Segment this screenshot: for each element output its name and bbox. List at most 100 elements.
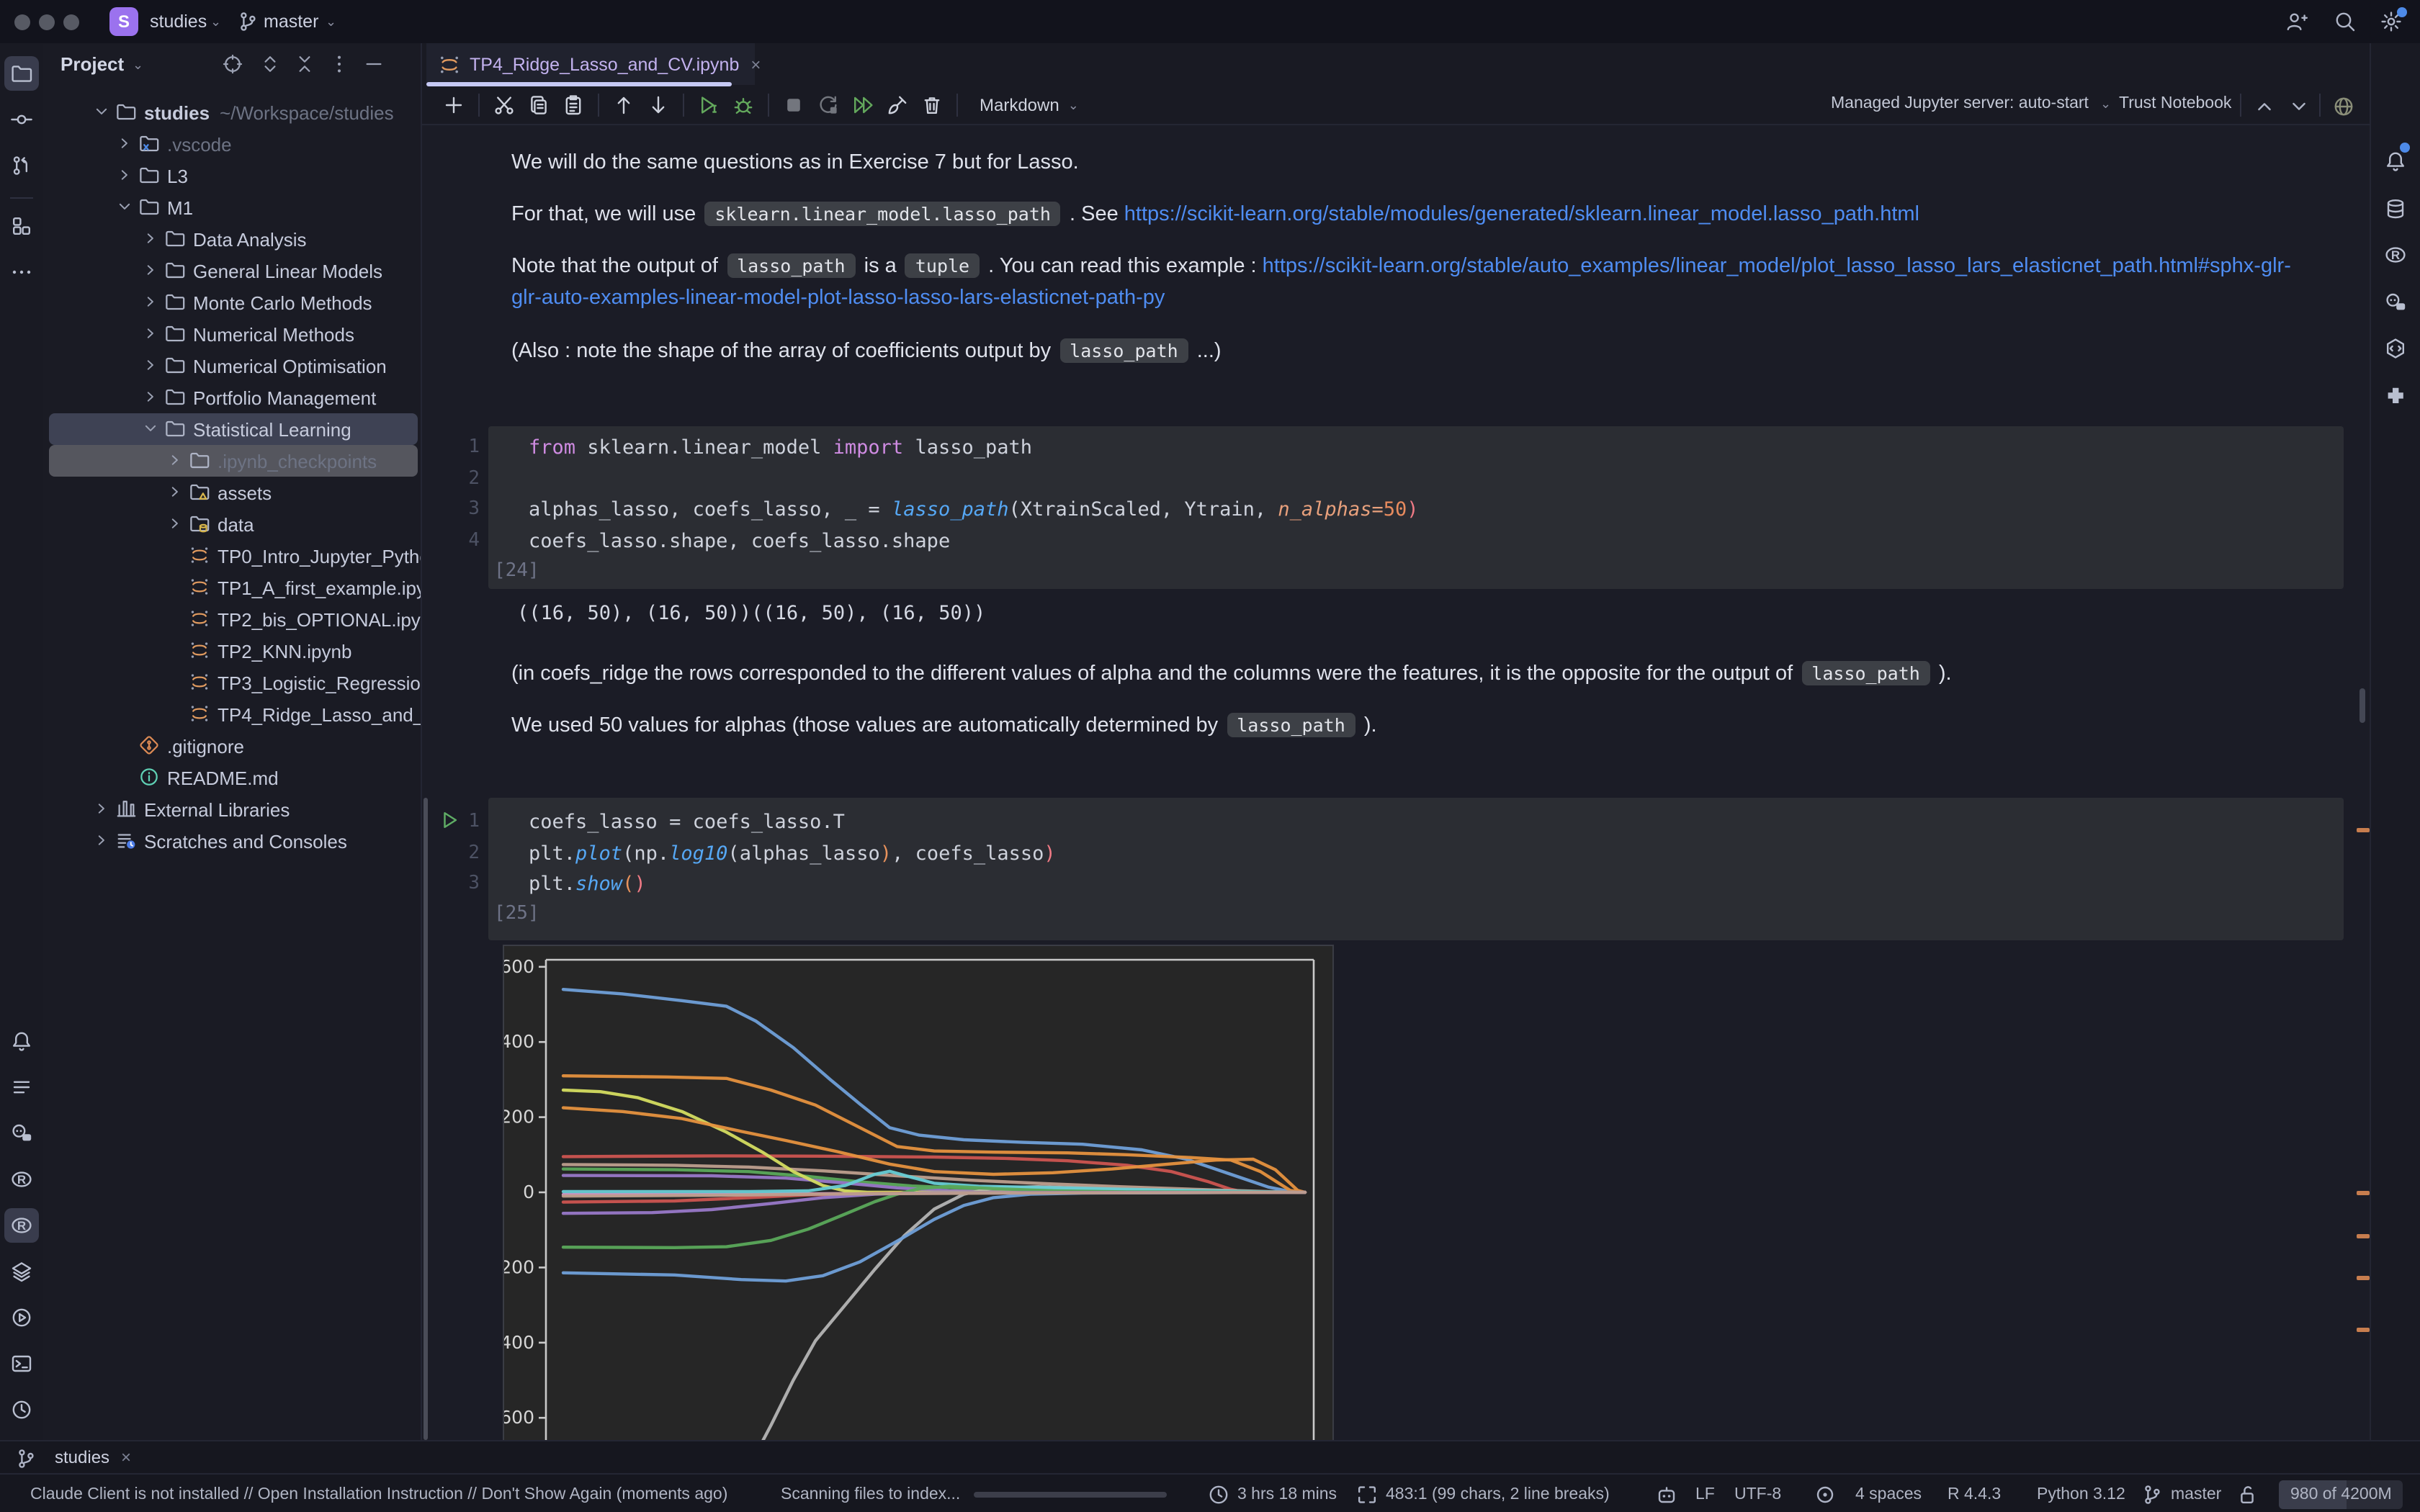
tree-item-general-linear-models[interactable]: General Linear Models (43, 255, 421, 287)
tree-item-tp2-knn-ipynb[interactable]: TP2_KNN.ipynb (43, 635, 421, 667)
tree-item-assets[interactable]: assets (43, 477, 421, 508)
line-ending-selector[interactable]: LF (1695, 1475, 1715, 1512)
tree-item-readme-md[interactable]: README.md (43, 762, 421, 793)
project-switcher[interactable]: studies (150, 11, 207, 31)
tree-item-gitignore[interactable]: .gitignore (43, 730, 421, 762)
tree-item-studies[interactable]: studies~/Workspace/studies (43, 96, 421, 128)
close-tab-icon[interactable]: × (750, 54, 761, 74)
tree-item-numerical-methods[interactable]: Numerical Methods (43, 318, 421, 350)
jupyter-server-dropdown[interactable]: Managed Jupyter server: auto-start⌄ (1831, 95, 2111, 112)
tree-item-tp2-bis-optional-ipynb[interactable]: TP2_bis_OPTIONAL.ipynb (43, 603, 421, 635)
chevron-right-icon[interactable] (141, 261, 161, 284)
restart-kernel-button[interactable] (811, 89, 846, 121)
prev-cell-icon[interactable] (2251, 95, 2277, 118)
add-user-icon[interactable] (2285, 10, 2308, 33)
cut-cell-button[interactable] (487, 89, 521, 121)
tab-notebook[interactable]: TP4_Ridge_Lasso_and_CV.ipynb × (426, 43, 755, 85)
hyperlink[interactable]: glr-auto-examples-linear-model-plot-lass… (511, 287, 1165, 310)
chevron-right-icon[interactable] (166, 451, 186, 474)
run-all-cells-button[interactable] (846, 89, 880, 121)
tree-item-scratches-and-consoles[interactable]: Scratches and Consoles (43, 825, 421, 857)
project-panel-title[interactable]: Project (60, 53, 124, 75)
chevron-right-icon[interactable] (141, 229, 161, 252)
code-line[interactable]: plt.show() (529, 873, 646, 896)
more-tools-button[interactable] (4, 255, 39, 289)
code-line[interactable]: plt.plot(np.log10(alphas_lasso), coefs_l… (529, 842, 1056, 865)
r-graphics-tool-button[interactable]: R (4, 1162, 39, 1197)
hyperlink[interactable]: https://scikit-learn.org/stable/auto_exa… (1263, 255, 2291, 278)
chevron-right-icon[interactable] (141, 292, 161, 315)
caret-position[interactable]: 483:1 (99 chars, 2 line breaks) (1355, 1475, 1610, 1512)
chevron-down-icon[interactable] (141, 419, 161, 442)
ai-status[interactable] (1655, 1475, 1678, 1512)
notifications-tool-button[interactable] (4, 1024, 39, 1058)
next-cell-icon[interactable] (2286, 95, 2312, 118)
panel-options-button[interactable] (328, 53, 350, 82)
globe-icon[interactable] (2332, 95, 2355, 118)
minimize-window-button[interactable] (39, 14, 55, 30)
chevron-right-icon[interactable] (141, 356, 161, 379)
trust-notebook-button[interactable]: Trust Notebook (2119, 95, 2231, 112)
r-console-tool-button[interactable]: R (4, 1208, 39, 1243)
chevron-right-icon[interactable] (141, 324, 161, 347)
debug-cell-button[interactable] (726, 89, 761, 121)
pull-requests-tool-button[interactable] (4, 148, 39, 183)
code-line[interactable]: coefs_lasso.shape, coefs_lasso.shape (529, 529, 950, 552)
stop-kernel-button[interactable] (776, 89, 811, 121)
services-tool-button[interactable] (4, 1254, 39, 1289)
tool-window-tab-studies[interactable]: studies (55, 1447, 109, 1467)
code-line[interactable]: coefs_lasso = coefs_lasso.T (529, 811, 845, 834)
tree-item-numerical-optimisation[interactable]: Numerical Optimisation (43, 350, 421, 382)
notifications-button[interactable] (2378, 144, 2413, 179)
chevron-down-icon[interactable] (92, 102, 112, 125)
tree-item-ipynb-checkpoints[interactable]: .ipynb_checkpoints (43, 445, 421, 477)
chevron-right-icon[interactable] (115, 166, 135, 189)
run-tool-button[interactable] (4, 1300, 39, 1335)
memory-indicator[interactable]: 980 of 4200M (2279, 1475, 2403, 1512)
indent-selector[interactable]: 4 spaces (1855, 1475, 1922, 1512)
tree-item-m1[interactable]: M1 (43, 192, 421, 223)
dependencies-button[interactable] (2378, 331, 2413, 366)
commit-tool-button[interactable] (4, 102, 39, 137)
project-tool-button[interactable] (4, 56, 39, 91)
tree-item-external-libraries[interactable]: External Libraries (43, 793, 421, 825)
chevron-right-icon[interactable] (166, 514, 186, 537)
collapse-all-button[interactable] (294, 53, 315, 82)
structure-tool-button[interactable] (4, 209, 39, 243)
zoom-window-button[interactable] (63, 14, 79, 30)
run-cell-button[interactable] (691, 89, 726, 121)
hide-panel-button[interactable] (363, 53, 385, 82)
chevron-right-icon[interactable] (92, 799, 112, 822)
chevron-down-icon[interactable] (115, 197, 135, 220)
chevron-right-icon[interactable] (141, 387, 161, 410)
close-window-button[interactable] (14, 14, 30, 30)
hyperlink[interactable]: https://scikit-learn.org/stable/modules/… (1124, 203, 1919, 226)
warning-stripe-mark[interactable] (2357, 1328, 2370, 1332)
warning-stripe-mark[interactable] (2357, 828, 2370, 832)
ai-assistant-button[interactable] (2378, 284, 2413, 319)
tree-item-data[interactable]: data (43, 508, 421, 540)
search-icon[interactable] (2334, 10, 2357, 33)
r-tools-button[interactable]: R (2378, 238, 2413, 272)
code-line[interactable]: alphas_lasso, coefs_lasso, _ = lasso_pat… (529, 498, 1419, 521)
add-cell-button[interactable] (436, 89, 471, 121)
tree-item-tp1-a-first-example-ipynb[interactable]: TP1_A_first_example.ipynb (43, 572, 421, 603)
chevron-right-icon[interactable] (115, 134, 135, 157)
tree-item-tp3-logistic-regression-an[interactable]: TP3_Logistic_Regression_an (43, 667, 421, 698)
encoding-selector[interactable]: UTF-8 (1734, 1475, 1781, 1512)
tree-item-tp4-ridge-lasso-and-cv-ip[interactable]: TP4_Ridge_Lasso_and_CV.ip (43, 698, 421, 730)
move-cell-up-button[interactable] (606, 89, 641, 121)
tree-item-tp0-intro-jupyter-python-ip[interactable]: TP0_Intro_Jupyter_Python.ip (43, 540, 421, 572)
editor-scrollbar-thumb[interactable] (2360, 688, 2365, 723)
chevron-right-icon[interactable] (92, 831, 112, 854)
chevron-right-icon[interactable] (166, 482, 186, 505)
close-icon[interactable]: × (121, 1447, 131, 1467)
move-cell-down-button[interactable] (641, 89, 676, 121)
warning-stripe-mark[interactable] (2357, 1234, 2370, 1238)
tree-item-portfolio-management[interactable]: Portfolio Management (43, 382, 421, 413)
git-branch-widget[interactable]: master (2141, 1475, 2221, 1512)
branch-switcher[interactable]: master (264, 11, 318, 31)
locate-file-button[interactable] (222, 53, 243, 82)
python-interpreter[interactable]: Python 3.12 (2037, 1475, 2125, 1512)
warning-stripe-mark[interactable] (2357, 1191, 2370, 1195)
